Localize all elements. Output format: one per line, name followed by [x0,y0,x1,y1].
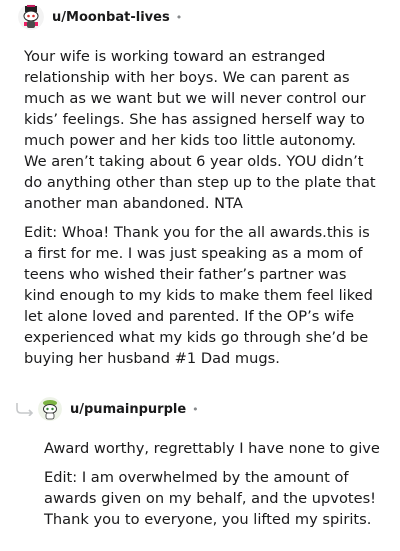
separator-dot: • [192,402,199,416]
reply-arrow-icon [16,403,34,416]
comment-header: u/Moonbat-lives • [18,4,182,30]
comment-header: u/pumainpurple • [38,397,199,421]
username[interactable]: u/Moonbat-lives [52,10,170,25]
snoo-avatar-icon [38,397,62,421]
comment-paragraph: Edit: Whoa! Thank you for the all awards… [24,224,373,367]
comment-paragraph: Edit: I am overwhelmed by the amount of … [44,469,377,528]
separator-dot: • [175,10,183,24]
avatar[interactable] [38,397,62,421]
comment-paragraph: Your wife is working toward an estranged… [24,48,376,212]
username[interactable]: u/pumainpurple [70,402,186,417]
avatar[interactable] [18,4,44,30]
comment-paragraph: Award worthy, regrettably I have none to… [44,440,380,457]
comment-body: Your wife is working toward an estranged… [24,46,380,377]
snoo-avatar-icon [18,4,44,30]
comment-body: Award worthy, regrettably I have none to… [44,438,380,538]
